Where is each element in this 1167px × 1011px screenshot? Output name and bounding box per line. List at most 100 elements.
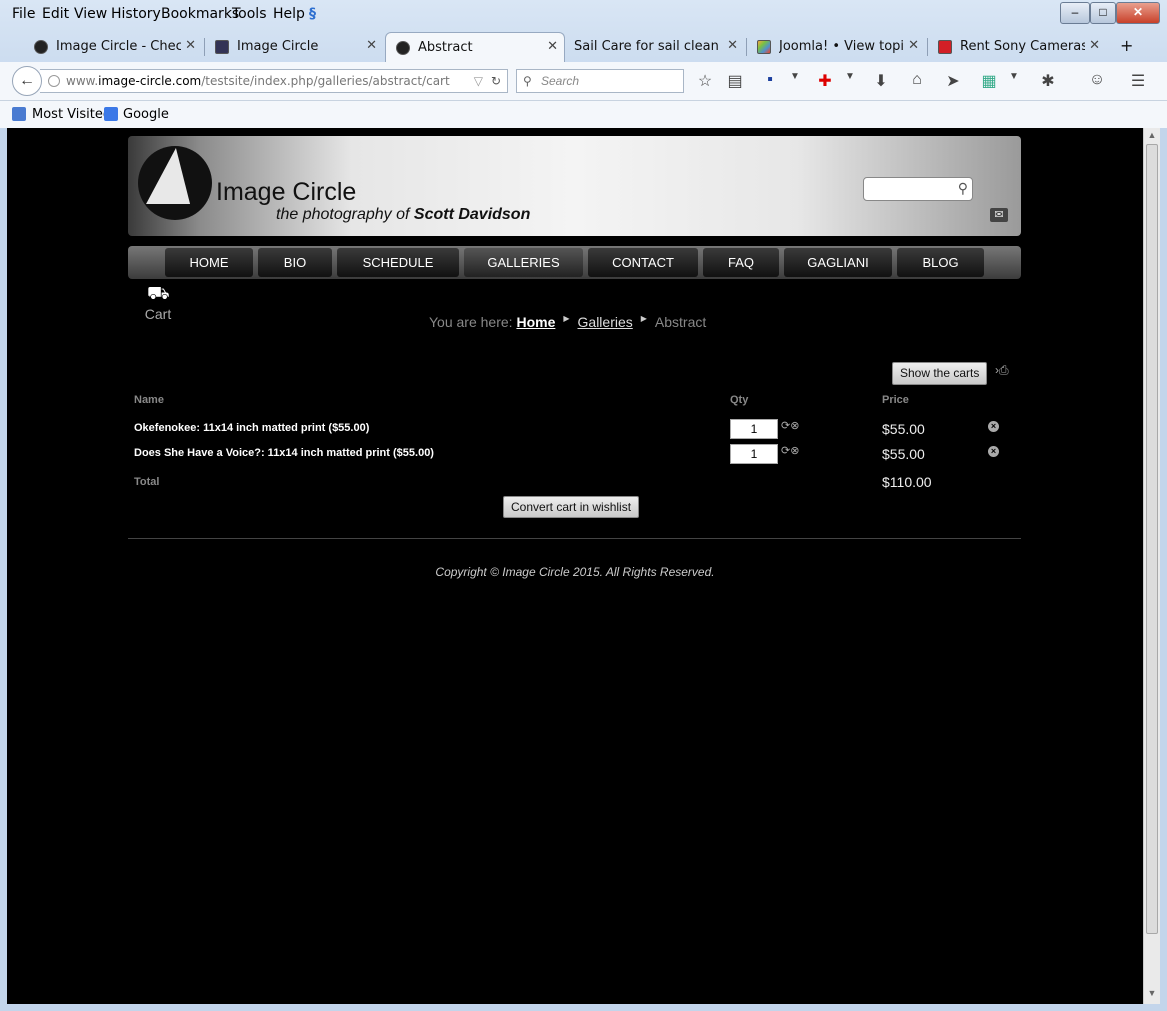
breadcrumb-home[interactable]: Home	[516, 314, 555, 330]
menu-contact[interactable]: CONTACT	[588, 248, 698, 277]
close-tab-icon[interactable]: ✕	[547, 39, 558, 54]
cart-module[interactable]: ⛟ Cart	[138, 280, 178, 322]
breadcrumb-arrow-icon: ▶	[563, 314, 570, 323]
refresh-remove-icons[interactable]: ⟳⊗	[781, 444, 799, 457]
scroll-down-icon[interactable]: ▼	[1144, 988, 1160, 1002]
addon-red-cross-icon[interactable]: ✚	[815, 71, 835, 91]
vertical-scrollbar[interactable]: ▲ ▼	[1143, 128, 1160, 1004]
menu-file[interactable]: File	[12, 6, 35, 22]
breadcrumb-galleries[interactable]: Galleries	[578, 314, 633, 330]
site-search-input[interactable]: ⚲	[863, 177, 973, 201]
cart-label[interactable]: Cart	[138, 306, 178, 322]
reading-list-icon[interactable]: ▤	[725, 71, 745, 91]
minimize-button[interactable]: –	[1060, 2, 1090, 24]
column-header-name: Name	[134, 394, 164, 406]
joomla-icon	[757, 40, 771, 54]
close-tab-icon[interactable]: ✕	[1089, 38, 1100, 53]
menu-history[interactable]: History	[111, 6, 161, 22]
dropdown-arrow-icon[interactable]: ▼	[785, 71, 805, 82]
search-bar[interactable]: ⚲ Search	[516, 69, 684, 93]
column-header-price: Price	[882, 394, 909, 406]
maximize-button[interactable]: □	[1090, 2, 1116, 24]
image-circle-favicon	[34, 40, 48, 54]
menu-galleries[interactable]: GALLERIES	[464, 248, 583, 277]
tab-sail-care[interactable]: Sail Care for sail cleaning,... ✕	[566, 32, 744, 62]
menubar: File Edit View History Bookmarks Tools H…	[0, 0, 1050, 28]
menu-bio[interactable]: BIO	[258, 248, 332, 277]
tab-rent-sony[interactable]: Rent Sony Cameras | ... ✕	[928, 32, 1106, 62]
page-viewport: Image Circle the photography of Scott Da…	[7, 128, 1143, 1004]
bookmarks-toolbar: Most Visited Google	[0, 101, 1167, 128]
close-window-button[interactable]: ✕	[1116, 2, 1160, 24]
site-header: Image Circle the photography of Scott Da…	[128, 136, 1021, 236]
menu-tools[interactable]: Tools	[232, 6, 267, 22]
cart-item-name: Does She Have a Voice?: 11x14 inch matte…	[134, 447, 434, 459]
reload-icon[interactable]: ↻	[491, 70, 501, 92]
search-icon[interactable]: ⚲	[958, 180, 968, 197]
tab-image-circle[interactable]: Image Circle ✕	[205, 32, 383, 62]
delete-item-icon[interactable]: ×	[988, 446, 999, 457]
new-tab-button[interactable]: +	[1112, 32, 1142, 62]
image-circle-favicon	[396, 41, 410, 55]
menu-home[interactable]: HOME	[165, 248, 253, 277]
back-button[interactable]: ←	[12, 66, 42, 96]
tab-strip: Image Circle - Check... ✕ Image Circle ✕…	[0, 32, 1167, 63]
chat-icon[interactable]: ☺	[1087, 71, 1107, 89]
send-icon[interactable]: ➤	[943, 71, 963, 91]
bookmark-google[interactable]: Google	[123, 107, 169, 122]
menu-view[interactable]: View	[74, 6, 107, 22]
menu-schedule[interactable]: SCHEDULE	[337, 248, 459, 277]
menu-blog[interactable]: BLOG	[897, 248, 984, 277]
quantity-input[interactable]: 1	[730, 419, 778, 439]
cart-icon[interactable]: ⛟	[147, 282, 170, 304]
breadcrumb-arrow-icon: ▶	[640, 314, 647, 323]
addon-icon[interactable]: §	[309, 6, 316, 22]
refresh-remove-icons[interactable]: ⟳⊗	[781, 419, 799, 432]
show-carts-button[interactable]: Show the carts	[892, 362, 988, 385]
bookmark-most-visited[interactable]: Most Visited	[32, 107, 111, 122]
red-icon	[938, 40, 952, 54]
close-tab-icon[interactable]: ✕	[908, 38, 919, 53]
copyright: Copyright © Image Circle 2015. All Right…	[435, 565, 715, 579]
close-tab-icon[interactable]: ✕	[727, 38, 738, 53]
site-subtitle: the photography of Scott Davidson	[276, 206, 531, 223]
most-visited-icon	[12, 107, 26, 121]
search-icon: ⚲	[523, 74, 532, 88]
menu-bookmarks[interactable]: Bookmarks	[161, 6, 239, 22]
dropdown-arrow-icon[interactable]: ▼	[840, 71, 860, 82]
cart-item-price: $55.00	[882, 446, 925, 462]
total-label: Total	[134, 476, 160, 488]
close-tab-icon[interactable]: ✕	[185, 38, 196, 53]
menu-help[interactable]: Help	[273, 6, 305, 22]
scrollbar-thumb[interactable]	[1146, 144, 1158, 934]
column-header-qty: Qty	[730, 394, 749, 406]
addon-grid-icon[interactable]: ▦	[979, 71, 999, 91]
home-icon[interactable]: ⌂	[907, 71, 927, 89]
nav-toolbar: www.image-circle.com/testsite/index.php/…	[0, 62, 1167, 101]
addon-puzzle-icon[interactable]: ✱	[1038, 71, 1058, 91]
history-dropdown-icon[interactable]: ▽	[474, 70, 483, 92]
dropdown-arrow-icon[interactable]: ▼	[1004, 71, 1024, 82]
menu-faq[interactable]: FAQ	[703, 248, 779, 277]
menu-edit[interactable]: Edit	[42, 6, 69, 22]
cart-item-price: $55.00	[882, 421, 925, 437]
close-tab-icon[interactable]: ✕	[366, 38, 377, 53]
quantity-input[interactable]: 1	[730, 444, 778, 464]
menu-gagliani[interactable]: GAGLIANI	[784, 248, 892, 277]
tab-image-circle-check[interactable]: Image Circle - Check... ✕	[24, 32, 202, 62]
download-icon[interactable]: ⬇	[871, 71, 891, 91]
tab-abstract[interactable]: Abstract ✕	[385, 32, 565, 63]
hamburger-menu-icon[interactable]: ☰	[1128, 71, 1148, 91]
main-menu: HOME BIO SCHEDULE GALLERIES CONTACT FAQ …	[128, 246, 1021, 279]
convert-to-wishlist-button[interactable]: Convert cart in wishlist	[503, 496, 640, 518]
scroll-up-icon[interactable]: ▲	[1144, 130, 1160, 144]
bookmark-star-icon[interactable]: ☆	[695, 71, 715, 91]
save-icon[interactable]: ▪	[760, 71, 780, 89]
total-value: $110.00	[882, 474, 932, 490]
delete-item-icon[interactable]: ×	[988, 421, 999, 432]
footer-divider	[128, 538, 1021, 539]
url-bar[interactable]: www.image-circle.com/testsite/index.php/…	[40, 69, 508, 93]
print-icon[interactable]: ›⎙	[995, 363, 1009, 378]
mail-icon[interactable]: ✉	[990, 208, 1008, 222]
tab-joomla[interactable]: Joomla! • View topic ... ✕	[747, 32, 925, 62]
